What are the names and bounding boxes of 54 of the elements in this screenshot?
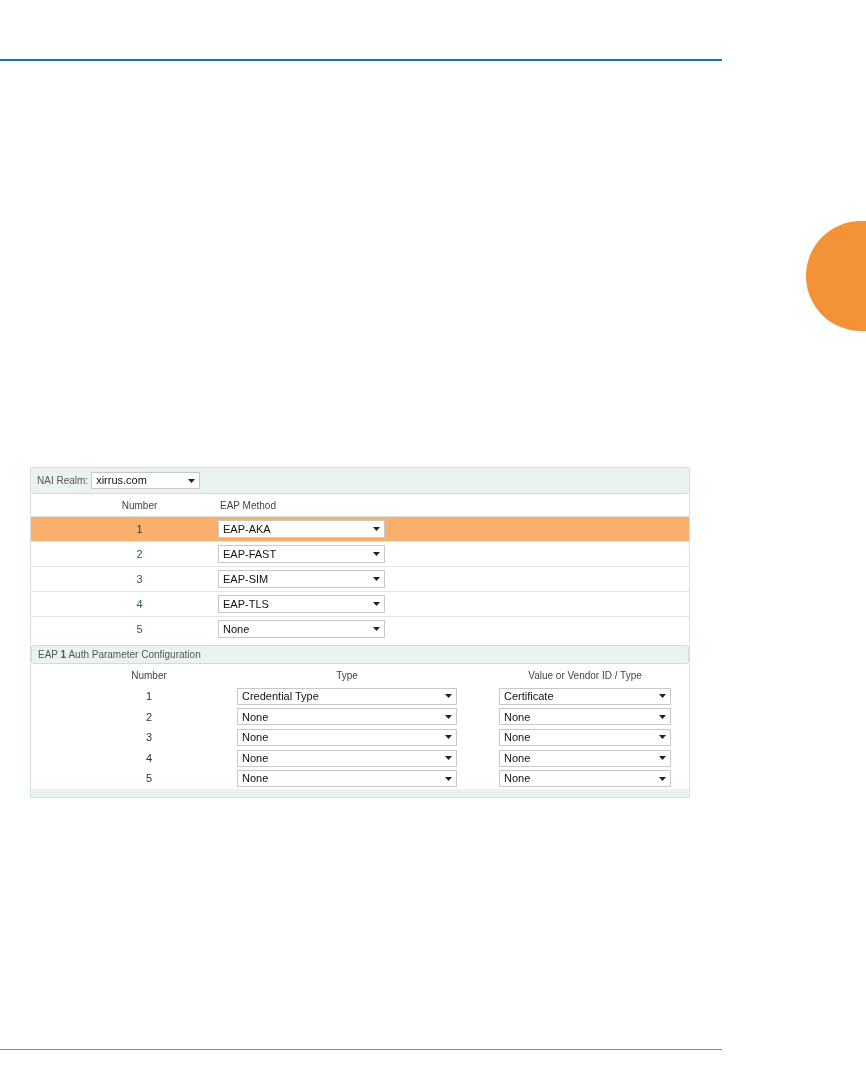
caret-icon: [445, 776, 452, 781]
row-number: 4: [144, 750, 154, 766]
row-number: 2: [135, 546, 144, 562]
dropdown[interactable]: None: [237, 729, 457, 746]
caret-icon: [445, 694, 452, 699]
table-row[interactable]: 4 EAP-TLS: [31, 591, 689, 616]
dropdown[interactable]: None: [499, 749, 671, 767]
caret-icon: [188, 478, 196, 483]
caret-icon: [659, 735, 666, 740]
caret-icon: [445, 714, 452, 719]
table-row[interactable]: 5 None: [31, 616, 689, 641]
row-number: 1: [144, 689, 154, 705]
realm-label: NAI Realm:: [37, 474, 89, 488]
row-number: 3: [135, 571, 144, 587]
caret-icon: [659, 776, 666, 781]
caret-icon: [373, 627, 380, 631]
column-header: Type: [335, 668, 359, 683]
row-number: 5: [135, 621, 144, 637]
dropdown[interactable]: Certificate: [499, 687, 671, 705]
caret-icon: [373, 552, 380, 556]
dropdown[interactable]: None: [237, 770, 457, 788]
table-row[interactable]: 3 EAP-SIM: [31, 566, 689, 591]
table-row[interactable]: 1 EAP-AKA: [31, 516, 689, 541]
dropdown[interactable]: None: [218, 620, 385, 638]
dropdown[interactable]: None: [499, 770, 671, 788]
dropdown[interactable]: EAP-SIM: [218, 570, 385, 588]
column-header: Number: [120, 498, 159, 513]
column-header: Number: [130, 668, 168, 683]
row-number: 5: [144, 771, 154, 787]
dropdown[interactable]: EAP-TLS: [218, 595, 385, 613]
caret-icon: [373, 527, 380, 531]
column-header: EAP Method: [219, 498, 276, 513]
section-header: EAP 1 Auth Parameter Configuration: [31, 645, 689, 664]
dropdown[interactable]: None: [499, 708, 671, 726]
dropdown[interactable]: None: [237, 749, 457, 767]
row-number: 1: [135, 521, 144, 537]
dropdown[interactable]: None: [237, 708, 457, 726]
row-number: 4: [135, 596, 144, 612]
caret-icon: [373, 577, 380, 581]
caret-icon: [659, 714, 666, 719]
row-number: 2: [144, 709, 154, 725]
caret-icon: [445, 756, 452, 761]
dropdown[interactable]: xirrus.com: [91, 472, 201, 489]
caret-icon: [659, 756, 666, 761]
dropdown[interactable]: EAP-AKA: [218, 520, 385, 538]
dropdown[interactable]: None: [499, 729, 671, 746]
dropdown[interactable]: Credential Type: [237, 687, 457, 705]
dropdown[interactable]: EAP-FAST: [218, 545, 385, 563]
caret-icon: [445, 735, 452, 740]
table-row[interactable]: 2 EAP-FAST: [31, 541, 689, 566]
column-header: Value or Vendor ID / Type: [527, 668, 643, 683]
caret-icon: [373, 602, 380, 606]
row-number: 3: [144, 730, 154, 746]
caret-icon: [659, 694, 666, 699]
